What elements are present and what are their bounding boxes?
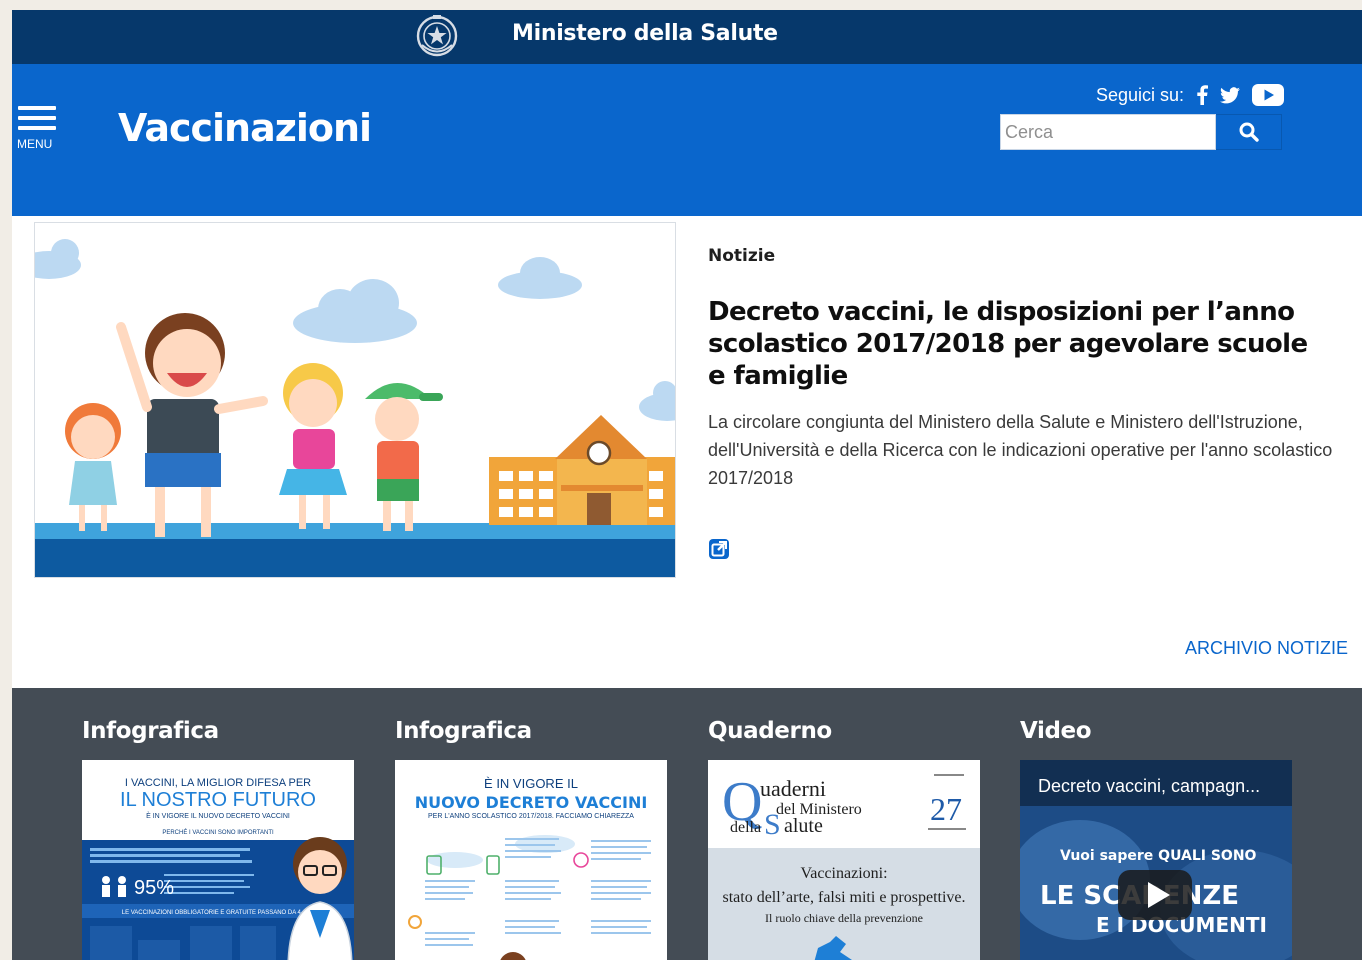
thumb-text: alute <box>784 815 823 837</box>
hamburger-bar <box>18 126 56 130</box>
menu-button[interactable]: MENU <box>16 106 60 152</box>
ministry-name[interactable]: Ministero della Salute <box>512 21 778 46</box>
card-type: Infografica <box>82 718 219 744</box>
news-image[interactable] <box>34 222 676 578</box>
thumb-text: Vaccinazioni: <box>800 865 887 882</box>
hamburger-bar <box>18 116 56 120</box>
svg-text:S: S <box>764 808 781 841</box>
thumb-text: È IN VIGORE IL NUOVO DECRETO VACCINI <box>146 811 290 820</box>
ministry-bar: Ministero della Salute <box>12 10 1362 64</box>
thumb-text: NUOVO DECRETO VACCINI <box>415 793 648 812</box>
thumb-text: stato dell’arte, falsi miti e prospettiv… <box>722 889 965 906</box>
menu-label: MENU <box>17 137 53 151</box>
page: Ministero della Salute MENU Vaccinazioni… <box>12 10 1362 960</box>
card-type: Infografica <box>395 718 532 744</box>
media-section: Infografica I VACCINI, LA MIGLIOR DIFESA… <box>12 688 1362 960</box>
thumb-text: Il ruolo chiave della prevenzione <box>765 911 923 925</box>
news-description: La circolare congiunta del Ministero del… <box>708 412 1333 488</box>
facebook-icon[interactable] <box>1196 85 1208 105</box>
external-link-icon[interactable] <box>708 538 730 560</box>
thumb-text: LE VACCINAZIONI OBBLIGATORIE E GRATUITE … <box>122 910 315 916</box>
card-thumbnail[interactable]: È IN VIGORE IL NUOVO DECRETO VACCINI PER… <box>395 760 667 960</box>
youtube-icon[interactable] <box>1252 84 1284 106</box>
news-archive-link[interactable]: ARCHIVIO NOTIZIE <box>1185 638 1348 659</box>
thumb-text: I VACCINI, LA MIGLIOR DIFESA PER <box>125 777 311 789</box>
card-thumbnail[interactable]: I VACCINI, LA MIGLIOR DIFESA PER IL NOST… <box>82 760 354 960</box>
card-thumbnail[interactable]: Q uaderni del Ministero della S alute 27… <box>708 760 980 960</box>
thumb-text: PERCHÉ I VACCINI SONO IMPORTANTI <box>162 829 274 836</box>
card-type: Video <box>1020 718 1092 744</box>
thumb-text: IL NOSTRO FUTURO <box>120 789 316 811</box>
thumb-text: della <box>730 819 761 836</box>
site-header: MENU Vaccinazioni Seguici su: <box>12 64 1362 216</box>
thumb-text: Vuoi sapere QUALI SONO <box>1060 848 1257 864</box>
card-type: Quaderno <box>708 718 832 744</box>
thumb-text: È IN VIGORE IL <box>484 776 578 791</box>
search-form <box>1000 114 1284 150</box>
republic-emblem-icon <box>416 15 458 57</box>
news-title[interactable]: Decreto vaccini, le disposizioni per l’a… <box>708 296 1328 392</box>
search-icon <box>1239 122 1259 142</box>
social-follow: Seguici su: <box>1096 84 1284 106</box>
site-title[interactable]: Vaccinazioni <box>118 106 372 150</box>
follow-label: Seguici su: <box>1095 84 1184 105</box>
thumb-text: uaderni <box>760 776 826 801</box>
twitter-icon[interactable] <box>1220 86 1240 104</box>
video-player[interactable]: Decreto vaccini, campagn... Vuoi sapere … <box>1020 760 1292 960</box>
search-input[interactable] <box>1000 114 1216 150</box>
thumb-stat: 95% <box>134 877 174 899</box>
search-button[interactable] <box>1216 114 1282 150</box>
video-title: Decreto vaccini, campagn... <box>1038 776 1260 796</box>
thumb-issue: 27 <box>930 791 962 827</box>
news-category: Notizie <box>708 246 776 266</box>
hamburger-icon <box>18 106 56 110</box>
thumb-text: PER L'ANNO SCOLASTICO 2017/2018. FACCIAM… <box>428 813 634 820</box>
